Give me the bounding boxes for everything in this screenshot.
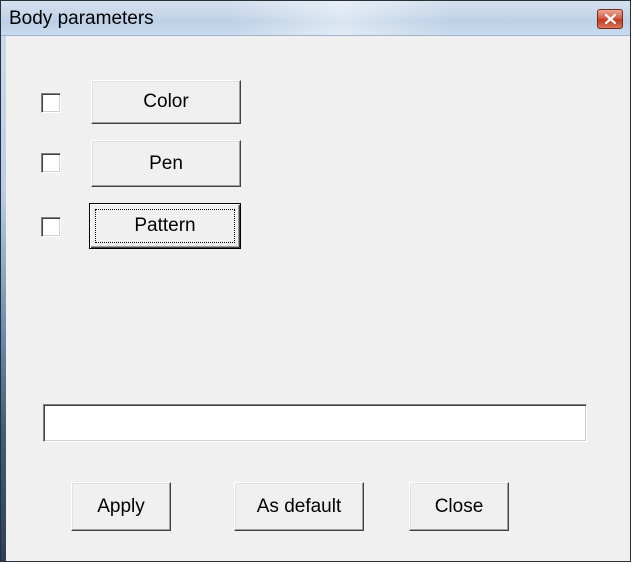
- pattern-button-label: Pattern: [134, 215, 196, 236]
- pattern-checkbox[interactable]: [41, 217, 61, 237]
- pen-button-label: Pen: [149, 152, 183, 174]
- close-button-label: Close: [434, 495, 484, 517]
- close-icon: [605, 14, 616, 24]
- color-checkbox[interactable]: [41, 93, 61, 113]
- apply-button[interactable]: Apply: [71, 482, 171, 531]
- status-text-field[interactable]: [43, 404, 587, 442]
- as-default-button-label: As default: [256, 495, 342, 517]
- dialog-client-area: Color Pen Pattern Apply As default Close: [7, 36, 630, 561]
- window-title: Body parameters: [9, 8, 154, 29]
- apply-button-label: Apply: [97, 495, 145, 517]
- color-button-label: Color: [143, 91, 189, 112]
- pen-button[interactable]: Pen: [91, 140, 241, 187]
- window-left-frame: [1, 36, 6, 561]
- close-button[interactable]: Close: [409, 482, 509, 531]
- dialog-window: Body parameters Color Pen Pattern Apply: [0, 0, 631, 562]
- title-bar-sheen: [231, 1, 451, 35]
- window-close-button[interactable]: [597, 9, 623, 29]
- color-button[interactable]: Color: [91, 80, 241, 124]
- title-bar[interactable]: Body parameters: [1, 1, 630, 36]
- pen-checkbox[interactable]: [41, 153, 61, 173]
- as-default-button[interactable]: As default: [234, 482, 364, 531]
- pattern-button[interactable]: Pattern: [89, 203, 241, 249]
